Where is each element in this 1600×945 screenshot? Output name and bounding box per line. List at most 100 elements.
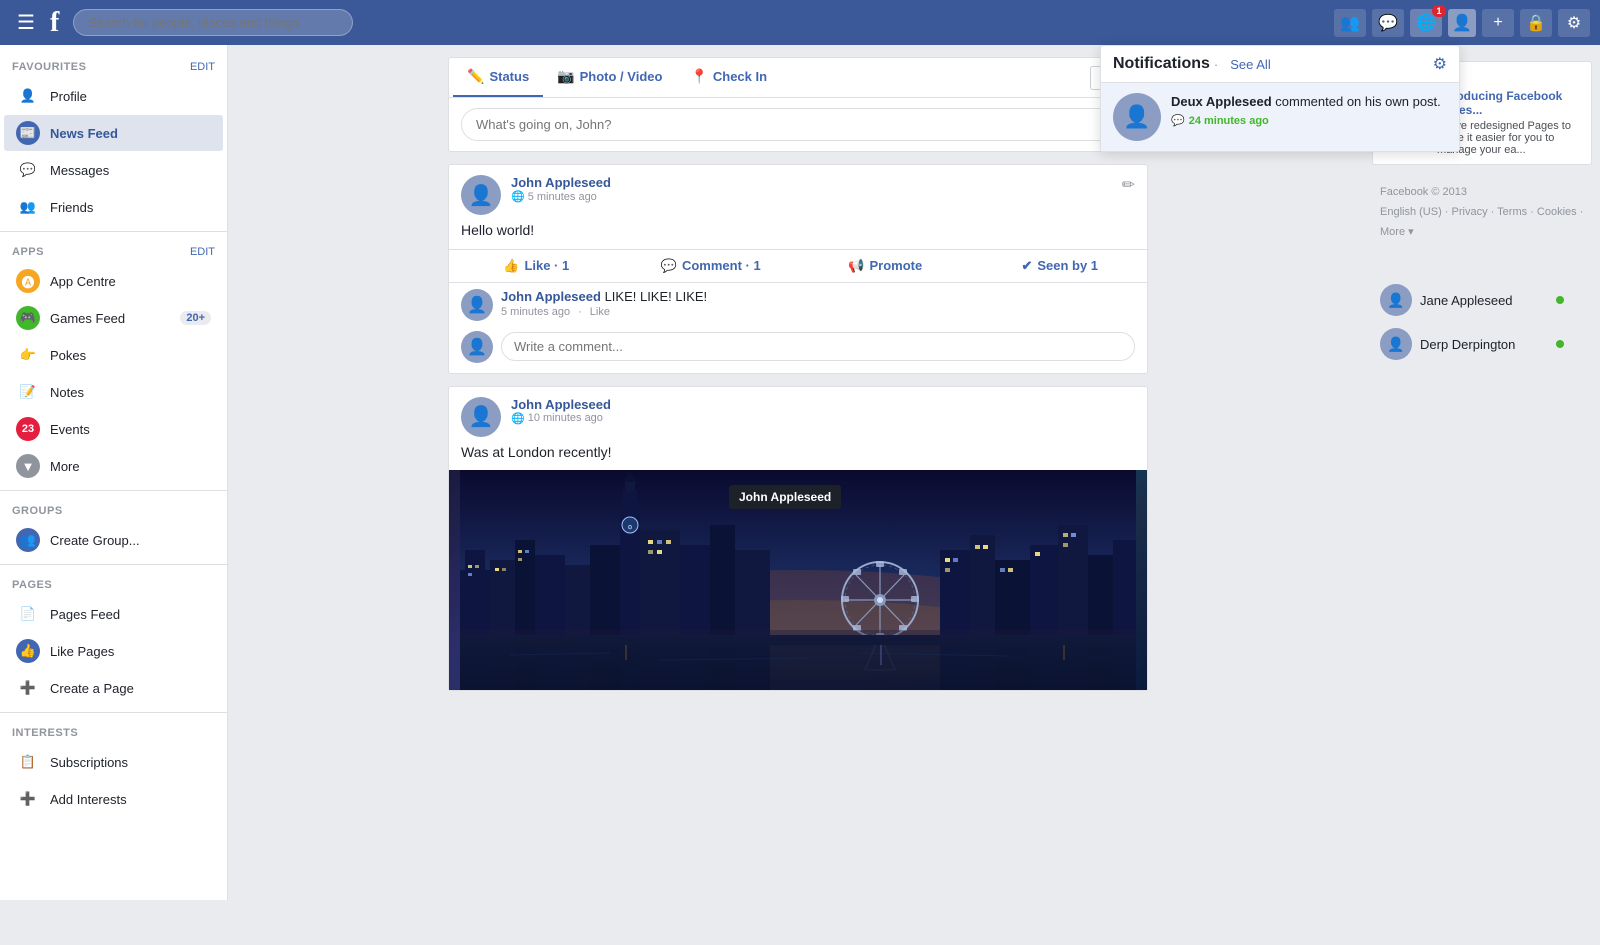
chat-item-jane[interactable]: 👤 Jane Appleseed xyxy=(1372,278,1572,322)
appcentre-label: App Centre xyxy=(50,274,211,289)
compose-input-area xyxy=(449,98,1147,151)
notif-time-text-1: 24 minutes ago xyxy=(1189,115,1269,127)
settings-nav-button[interactable]: ⚙ xyxy=(1558,9,1590,37)
notifications-nav-button[interactable]: 🌐 1 xyxy=(1410,9,1442,37)
footer-link-more[interactable]: More ▾ xyxy=(1380,226,1414,238)
globe-post-icon-2: 🌐 xyxy=(511,412,525,425)
comment-label-1: Comment · 1 xyxy=(682,258,761,273)
chat-name-derp: Derp Derpington xyxy=(1420,337,1515,352)
sidebar-item-creategroup[interactable]: 👥 Create Group... xyxy=(4,522,223,558)
footer-link-terms[interactable]: Terms xyxy=(1497,206,1527,218)
comment-input-field-1[interactable] xyxy=(501,332,1135,361)
chat-item-derp[interactable]: 👤 Derp Derpington xyxy=(1372,322,1572,366)
seen-label-1: Seen by 1 xyxy=(1037,258,1098,273)
sidebar-item-gamesfeed[interactable]: 🎮 Games Feed 20+ xyxy=(4,300,223,336)
comment-input-avatar-icon: 👤 xyxy=(467,337,487,357)
lock-icon: 🔒 xyxy=(1526,13,1546,33)
london-cityscape-svg: ⊙ xyxy=(460,470,1136,690)
comment-button-1[interactable]: 💬 Comment · 1 xyxy=(624,252,799,280)
facebook-logo: f xyxy=(50,7,59,39)
notes-label: Notes xyxy=(50,385,211,400)
comment-author-1[interactable]: John Appleseed xyxy=(501,289,601,304)
notifications-settings-icon[interactable]: ⚙ xyxy=(1433,54,1447,74)
sidebar-item-friends[interactable]: 👥 Friends xyxy=(4,189,223,225)
notif-avatar-1: 👤 xyxy=(1113,93,1161,141)
main-layout: FAVOURITES EDIT 👤 Profile 📰 News Feed 💬 … xyxy=(0,45,1600,900)
post-time-text-1: 5 minutes ago xyxy=(528,191,597,203)
footer-link-english[interactable]: English (US) xyxy=(1380,206,1442,218)
messages-nav-button[interactable]: 💬 xyxy=(1372,9,1404,37)
sidebar-item-likepages[interactable]: 👍 Like Pages xyxy=(4,633,223,669)
sidebar-item-subscriptions[interactable]: 📋 Subscriptions xyxy=(4,744,223,780)
chat-avatar-derp: 👤 xyxy=(1380,328,1412,360)
online-dot-derp xyxy=(1556,340,1564,348)
pages-label: PAGES xyxy=(12,579,52,591)
sidebar-item-addinterests[interactable]: ➕ Add Interests xyxy=(4,781,223,817)
post-header-2: 👤 John Appleseed 🌐 10 minutes ago xyxy=(449,387,1147,443)
like-icon-1: 👍 xyxy=(503,258,519,274)
sidebar-item-createpage[interactable]: ➕ Create a Page xyxy=(4,670,223,706)
subscriptions-icon: 📋 xyxy=(16,750,40,774)
addinterests-icon: ➕ xyxy=(16,787,40,811)
sidebar-item-newsfeed[interactable]: 📰 News Feed xyxy=(4,115,223,151)
nav-right: 👥 💬 🌐 1 👤 + 🔒 ⚙ xyxy=(1334,9,1590,37)
divider-2 xyxy=(0,490,227,491)
sidebar-item-profile[interactable]: 👤 Profile xyxy=(4,78,223,114)
notification-item-1[interactable]: 👤 Deux Appleseed commented on his own po… xyxy=(1101,83,1459,151)
feed-column: ✏️ Status 📷 Photo / Video 📍 Check In Sor… xyxy=(448,57,1148,888)
friends-nav-button[interactable]: 👥 xyxy=(1334,9,1366,37)
seen-button-1[interactable]: ✔ Seen by 1 xyxy=(973,252,1148,280)
hamburger-button[interactable]: ☰ xyxy=(10,9,42,37)
tab-photo[interactable]: 📷 Photo / Video xyxy=(543,58,676,97)
tab-status[interactable]: ✏️ Status xyxy=(453,58,543,97)
compose-box: ✏️ Status 📷 Photo / Video 📍 Check In Sor… xyxy=(448,57,1148,152)
notes-icon: 📝 xyxy=(16,380,40,404)
post-card-2: 👤 John Appleseed 🌐 10 minutes ago Was at… xyxy=(448,386,1148,692)
status-input[interactable] xyxy=(461,108,1135,141)
like-button-1[interactable]: 👍 Like · 1 xyxy=(449,252,624,280)
main-content: ✏️ Status 📷 Photo / Video 📍 Check In Sor… xyxy=(228,45,1600,900)
post-author-2[interactable]: John Appleseed xyxy=(511,397,1135,412)
likepages-icon: 👍 xyxy=(16,639,40,663)
sidebar-item-pokes[interactable]: 👉 Pokes xyxy=(4,337,223,373)
sidebar-item-notes[interactable]: 📝 Notes xyxy=(4,374,223,410)
messages-label: Messages xyxy=(50,163,211,178)
promote-icon-1: 📢 xyxy=(848,258,864,274)
chat-avatar-icon-jane: 👤 xyxy=(1387,292,1404,309)
profile-avatar-nav[interactable]: 👤 xyxy=(1448,9,1476,37)
footer-link-cookies[interactable]: Cookies xyxy=(1537,206,1577,218)
nav-left: ☰ f xyxy=(10,7,353,39)
notifications-panel: Notifications · See All ⚙ 👤 Deux Applese… xyxy=(1100,45,1460,152)
promote-button-1[interactable]: 📢 Promote xyxy=(798,252,973,280)
post-time-1: 🌐 5 minutes ago xyxy=(511,190,1135,203)
search-input[interactable] xyxy=(73,9,353,36)
comment-icon-1: 💬 xyxy=(661,258,677,274)
sidebar-item-events[interactable]: 23 Events xyxy=(4,411,223,447)
sidebar-item-more[interactable]: ▼ More xyxy=(4,448,223,484)
photo-tab-label: Photo / Video xyxy=(580,69,663,84)
tab-checkin[interactable]: 📍 Check In xyxy=(676,58,781,97)
friends-icon: 👥 xyxy=(1340,13,1360,33)
pokes-label: Pokes xyxy=(50,348,211,363)
apps-edit-link[interactable]: EDIT xyxy=(190,246,215,258)
sidebar-item-messages[interactable]: 💬 Messages xyxy=(4,152,223,188)
settings-icon: ⚙ xyxy=(1567,13,1581,33)
comment-like-link-1[interactable]: Like xyxy=(590,306,610,318)
post-body-2: Was at London recently! xyxy=(449,443,1147,471)
sidebar-item-pagesfeed[interactable]: 📄 Pages Feed xyxy=(4,596,223,632)
favourites-edit-link[interactable]: EDIT xyxy=(190,61,215,73)
post-author-1[interactable]: John Appleseed xyxy=(511,175,1135,190)
post-edit-button-1[interactable]: ✏ xyxy=(1122,175,1135,195)
sidebar-item-appcentre[interactable]: 🅐 App Centre xyxy=(4,263,223,299)
apps-section-header: APPS EDIT xyxy=(0,238,227,262)
chat-sidebar: 👤 Jane Appleseed 👤 Derp Derpington xyxy=(1372,270,1572,366)
see-all-link[interactable]: See All xyxy=(1230,57,1270,72)
notif-action-text-1: commented on his own post. xyxy=(1275,94,1440,109)
right-column: Sponsored ℹ f Introducing Facebook Pages… xyxy=(1372,57,1592,888)
lock-nav-button[interactable]: 🔒 xyxy=(1520,9,1552,37)
status-tab-label: Status xyxy=(489,69,529,84)
friends-label: Friends xyxy=(50,200,211,215)
footer-link-privacy[interactable]: Privacy xyxy=(1452,206,1488,218)
creategroup-label: Create Group... xyxy=(50,533,211,548)
add-nav-button[interactable]: + xyxy=(1482,9,1514,37)
